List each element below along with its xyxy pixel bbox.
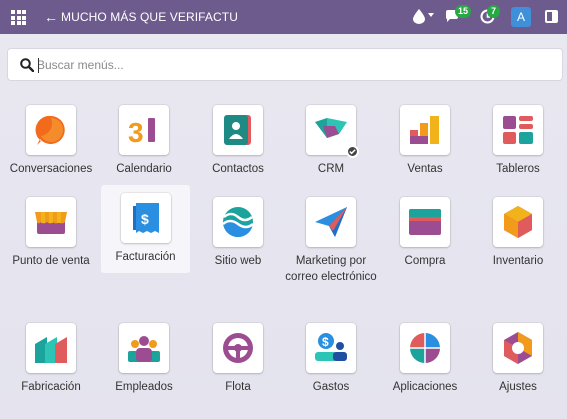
search-input[interactable] — [37, 55, 537, 75]
app-label: Contactos — [212, 163, 264, 175]
app-ajustes[interactable]: Ajustes — [472, 323, 564, 396]
crm-icon — [315, 118, 347, 138]
app-label: Sitio web — [214, 255, 262, 267]
manufacturing-icon — [35, 337, 67, 363]
app-label: Aplicaciones — [392, 381, 458, 393]
app-label: Empleados — [115, 381, 173, 393]
app-facturacion[interactable]: $ Facturación — [101, 185, 190, 273]
app-label: Fabricación — [21, 381, 81, 393]
employees-icon — [128, 336, 160, 362]
app-fabricacion[interactable]: Fabricación — [5, 323, 97, 396]
top-navbar: ← MUCHO MÁS QUE VERIFACTU 15 7 A — [0, 0, 567, 34]
app-email-marketing[interactable]: Marketing por correo electrónico — [285, 197, 377, 285]
app-tile[interactable] — [493, 323, 543, 373]
app-tile[interactable]: 3 — [119, 105, 169, 155]
app-tile[interactable] — [400, 323, 450, 373]
dashboards-icon — [503, 116, 533, 144]
app-aplicaciones[interactable]: Aplicaciones — [379, 323, 471, 396]
purchase-icon — [409, 209, 441, 235]
app-label: Compra — [404, 255, 446, 267]
svg-text:$: $ — [141, 211, 149, 227]
sidebar-toggle-icon[interactable] — [545, 10, 558, 23]
discuss-icon — [35, 115, 65, 145]
app-tile[interactable] — [493, 105, 543, 155]
app-label: CRM — [317, 163, 345, 175]
app-crm[interactable]: CRM — [285, 105, 377, 178]
app-tile[interactable] — [213, 323, 263, 373]
search-icon — [20, 58, 34, 72]
app-label: Facturación — [115, 251, 176, 263]
app-empleados[interactable]: Empleados — [98, 323, 190, 396]
app-conversaciones[interactable]: Conversaciones — [5, 105, 97, 178]
app-tile[interactable] — [306, 105, 359, 158]
app-tile[interactable] — [26, 105, 76, 155]
app-tile[interactable] — [493, 197, 543, 247]
app-label: Marketing por correo electrónico — [285, 255, 377, 283]
app-tile[interactable]: $ — [306, 323, 356, 373]
app-sitio-web[interactable]: Sitio web — [192, 197, 284, 270]
svg-text:3: 3 — [128, 117, 144, 148]
app-label: Punto de venta — [12, 255, 90, 267]
app-label: Conversaciones — [9, 163, 93, 175]
page-title[interactable]: MUCHO MÁS QUE VERIFACTU — [61, 10, 238, 24]
app-tile[interactable] — [306, 197, 356, 247]
app-grid-icon[interactable] — [11, 10, 26, 25]
apps-icon — [410, 333, 440, 363]
app-label: Ventas — [407, 163, 443, 175]
droplet-icon[interactable] — [413, 9, 425, 24]
app-ventas[interactable]: Ventas — [379, 105, 471, 178]
app-tile[interactable] — [213, 105, 263, 155]
back-arrow-icon[interactable]: ← — [44, 8, 58, 26]
app-tile[interactable] — [26, 197, 76, 247]
app-tile[interactable] — [119, 323, 169, 373]
app-compra[interactable]: Compra — [379, 197, 471, 270]
app-tile[interactable] — [213, 197, 263, 247]
app-calendario[interactable]: 3 Calendario — [98, 105, 190, 178]
app-label: Calendario — [116, 163, 172, 175]
app-punto-de-venta[interactable]: Punto de venta — [5, 197, 97, 270]
contacts-icon — [224, 115, 251, 145]
chevron-down-icon[interactable] — [428, 13, 434, 17]
app-gastos[interactable]: $ Gastos — [285, 323, 377, 396]
email-marketing-icon — [315, 207, 347, 237]
app-flota[interactable]: Flota — [192, 323, 284, 396]
messages-count-badge: 15 — [455, 5, 472, 18]
app-label: Tableros — [496, 163, 540, 175]
app-inventario[interactable]: Inventario — [472, 197, 564, 270]
checkmark-icon — [346, 145, 359, 158]
app-tableros[interactable]: Tableros — [472, 105, 564, 178]
fleet-icon — [223, 333, 253, 363]
svg-text:$: $ — [322, 335, 329, 349]
text-cursor — [38, 58, 39, 73]
app-tile[interactable] — [400, 197, 450, 247]
calendar-icon: 3 — [128, 117, 155, 148]
activities-count-badge: 7 — [487, 5, 500, 18]
inventory-icon — [504, 206, 532, 238]
sales-icon — [410, 116, 439, 144]
user-avatar[interactable]: A — [511, 7, 531, 27]
app-tile[interactable] — [26, 323, 76, 373]
app-label: Inventario — [492, 255, 544, 267]
app-label: Ajustes — [499, 381, 537, 393]
settings-icon — [504, 332, 532, 364]
app-label: Flota — [225, 381, 251, 393]
app-tile[interactable]: $ — [120, 193, 171, 243]
point-of-sale-icon — [35, 212, 67, 234]
invoicing-icon: $ — [132, 203, 159, 233]
app-contactos[interactable]: Contactos — [192, 105, 284, 178]
website-icon — [222, 207, 254, 237]
menu-search-box[interactable] — [7, 48, 563, 81]
expenses-icon: $ — [315, 333, 347, 361]
app-tile[interactable] — [400, 105, 450, 155]
app-label: Gastos — [312, 381, 350, 393]
